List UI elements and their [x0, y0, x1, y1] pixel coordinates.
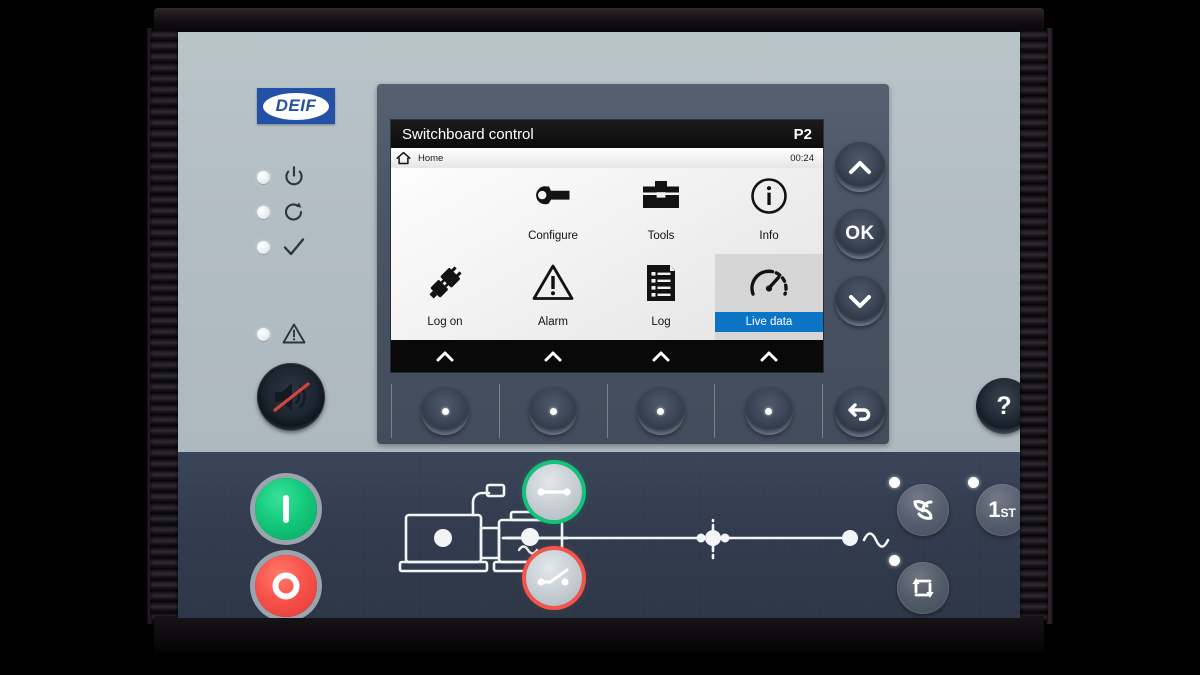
deif-logo: DEIF — [257, 88, 335, 124]
screenshot-stage: DEIF Switchboard control P2 Home 00:24 C… — [0, 0, 1200, 675]
status-led-ok — [257, 234, 307, 260]
warning-triangle-icon — [499, 254, 607, 312]
stop-symbol-icon — [272, 572, 300, 600]
softkey-2-button[interactable] — [529, 387, 578, 435]
cyclic-mode-button[interactable] — [897, 562, 949, 614]
cyclic-mode-led — [889, 555, 900, 566]
status-led-alarm — [257, 321, 307, 347]
softkey-row — [391, 384, 823, 438]
power-icon — [281, 164, 307, 190]
info-icon — [715, 168, 823, 226]
lower-panel-contents: 1ST — [178, 452, 1020, 618]
menu-item-log-on[interactable]: Log on — [391, 254, 499, 340]
display-module: Switchboard control P2 Home 00:24 Config… — [377, 84, 889, 444]
page-id-badge: P2 — [793, 125, 812, 143]
document-list-icon — [607, 254, 715, 312]
softkey-dot — [657, 407, 665, 415]
semi-auto-mode-led — [889, 477, 900, 488]
front-face: DEIF Switchboard control P2 Home 00:24 C… — [178, 32, 1020, 618]
first-priority-led — [968, 477, 979, 488]
menu-label: Log on — [427, 316, 463, 328]
menu-item-info[interactable]: Info — [715, 168, 823, 254]
softkey-1-button[interactable] — [421, 387, 470, 435]
toolbox-icon — [607, 168, 715, 226]
menu-label: Log — [651, 316, 671, 328]
refresh-icon — [281, 199, 307, 225]
lcd-screen: Switchboard control P2 Home 00:24 Config… — [391, 120, 823, 372]
softkey-3-button[interactable] — [636, 387, 685, 435]
breadcrumb-label: Home — [418, 152, 444, 164]
softkey-dot — [549, 407, 557, 415]
gauge-icon — [715, 254, 823, 312]
question-mark-icon: ? — [996, 391, 1012, 420]
menu-item-configure[interactable]: Configure — [499, 168, 607, 254]
menu-item-live-data[interactable]: Live data — [715, 254, 823, 340]
navigation-column: OK — [835, 142, 885, 343]
clock-label: 00:24 — [790, 152, 814, 164]
mains-breaker-button[interactable] — [526, 550, 582, 606]
ac-mains-icon — [862, 532, 890, 548]
softkey-dot — [765, 407, 773, 415]
start-button[interactable] — [255, 478, 317, 540]
nav-up-button[interactable] — [835, 142, 885, 192]
ok-label: OK — [845, 223, 875, 244]
softkey-dot — [441, 407, 449, 415]
status-led-running — [257, 199, 307, 225]
bezel-left-fins — [150, 30, 178, 620]
logo-text: DEIF — [275, 96, 317, 115]
softkey-4-button[interactable] — [744, 387, 793, 435]
nav-down-button[interactable] — [835, 276, 885, 326]
menu-item-tools[interactable]: Tools — [607, 168, 715, 254]
logo-ellipse: DEIF — [263, 92, 329, 120]
softkey-hint-1 — [391, 340, 499, 372]
menu-item-log[interactable]: Log — [607, 254, 715, 340]
swirl-icon — [913, 500, 933, 520]
bezel-bottom — [154, 616, 1044, 654]
bezel-right-fins — [1020, 30, 1048, 620]
deif-controller-device: DEIF Switchboard control P2 Home 00:24 C… — [140, 8, 1060, 654]
speaker-muted-icon — [273, 382, 310, 412]
warning-triangle-icon — [281, 321, 307, 347]
generator-breaker-button[interactable] — [526, 464, 582, 520]
breaker-closed-icon — [537, 488, 571, 496]
softkey-hint-bar — [391, 340, 823, 372]
led-indicator — [257, 327, 270, 341]
softkey-hint-2 — [499, 340, 607, 372]
checkmark-icon — [281, 234, 307, 260]
home-icon — [396, 151, 411, 165]
semi-auto-mode-button[interactable] — [897, 484, 949, 536]
chevron-up-icon — [849, 160, 871, 174]
menu-label: Tools — [647, 230, 675, 242]
breadcrumb-bar: Home 00:24 — [391, 148, 823, 169]
screen-title-bar: Switchboard control P2 — [391, 120, 823, 148]
bezel-top — [154, 8, 1044, 32]
menu-label: Info — [759, 230, 779, 242]
page-title: Switchboard control — [402, 125, 534, 143]
nav-ok-button[interactable]: OK — [835, 209, 885, 259]
start-symbol-icon — [283, 495, 289, 523]
breaker-open-icon — [537, 568, 569, 586]
status-led-power — [257, 164, 307, 190]
menu-item-alarm[interactable]: Alarm — [499, 254, 607, 340]
menu-label: Configure — [528, 230, 578, 242]
cycle-arrows-icon — [912, 578, 934, 598]
first-priority-button[interactable]: 1ST — [976, 484, 1020, 536]
chevron-down-icon — [849, 294, 871, 308]
wrench-icon — [499, 168, 607, 226]
softkey-hint-3 — [607, 340, 715, 372]
softkey-hint-4 — [715, 340, 823, 372]
horn-silence-button[interactable] — [257, 363, 325, 431]
menu-grid: Configure Tools Info Log on Alarm Log Li… — [391, 168, 823, 340]
first-priority-label: 1ST — [988, 497, 1016, 522]
nav-back-button[interactable] — [835, 387, 885, 437]
plug-icon — [391, 254, 499, 312]
menu-label: Live data — [715, 312, 823, 332]
led-indicator — [257, 240, 270, 254]
led-indicator — [257, 170, 270, 184]
menu-label: Alarm — [537, 316, 569, 328]
stop-button[interactable] — [255, 555, 317, 617]
back-arrow-icon — [848, 403, 871, 421]
led-indicator — [257, 205, 270, 219]
